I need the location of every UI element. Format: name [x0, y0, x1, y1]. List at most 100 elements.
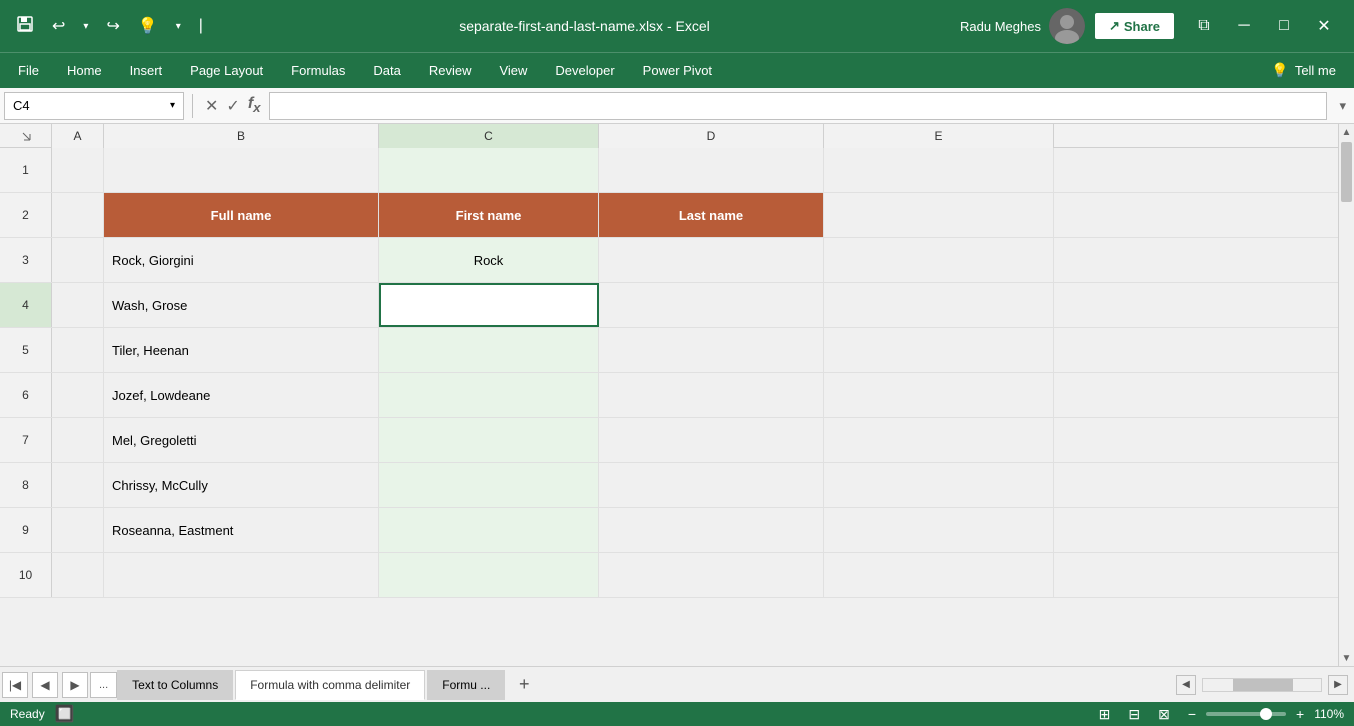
cell-e7[interactable] [824, 418, 1054, 462]
formula-input[interactable] [269, 92, 1328, 120]
col-header-b[interactable]: B [104, 124, 379, 148]
formula-expand-icon[interactable]: ▾ [1331, 98, 1354, 114]
cell-a4[interactable] [52, 283, 104, 327]
row-header-1[interactable]: 1 [0, 148, 52, 192]
cell-b7[interactable]: Mel, Gregoletti [104, 418, 379, 462]
cell-b10[interactable] [104, 553, 379, 597]
cell-d5[interactable] [599, 328, 824, 372]
cell-a5[interactable] [52, 328, 104, 372]
cell-c6[interactable] [379, 373, 599, 417]
zoom-slider[interactable] [1206, 712, 1286, 716]
cell-d2-lastname[interactable]: Last name [599, 193, 824, 237]
row-header-9[interactable]: 9 [0, 508, 52, 552]
maximize-button[interactable]: □ [1264, 6, 1304, 46]
cell-e10[interactable] [824, 553, 1054, 597]
row-header-7[interactable]: 7 [0, 418, 52, 462]
menu-formulas[interactable]: Formulas [277, 59, 359, 82]
col-header-d[interactable]: D [599, 124, 824, 148]
cell-c5[interactable] [379, 328, 599, 372]
cell-c10[interactable] [379, 553, 599, 597]
page-break-view-button[interactable]: ⊠ [1154, 706, 1174, 723]
cell-a2[interactable] [52, 193, 104, 237]
cancel-formula-button[interactable]: ✕ [205, 96, 218, 116]
row-header-4[interactable]: 4 [0, 283, 52, 327]
close-button[interactable]: ✕ [1304, 6, 1344, 46]
zoom-thumb[interactable] [1260, 708, 1272, 720]
vertical-scrollbar[interactable]: ▲ ▼ [1338, 124, 1354, 666]
row-header-8[interactable]: 8 [0, 463, 52, 507]
cell-a8[interactable] [52, 463, 104, 507]
cell-c7[interactable] [379, 418, 599, 462]
cell-e8[interactable] [824, 463, 1054, 507]
cell-d10[interactable] [599, 553, 824, 597]
tab-next-button[interactable]: ▶ [62, 672, 88, 698]
cell-a10[interactable] [52, 553, 104, 597]
cell-a9[interactable] [52, 508, 104, 552]
cell-e6[interactable] [824, 373, 1054, 417]
cell-d8[interactable] [599, 463, 824, 507]
confirm-formula-button[interactable]: ✓ [226, 96, 239, 116]
page-layout-view-button[interactable]: ⊟ [1124, 706, 1144, 723]
cell-e4[interactable] [824, 283, 1054, 327]
tell-me[interactable]: 💡 Tell me [1257, 58, 1350, 83]
cell-b3[interactable]: Rock, Giorgini [104, 238, 379, 282]
add-sheet-button[interactable]: + [511, 672, 537, 698]
col-header-a[interactable]: A [52, 124, 104, 148]
quick-access-dropdown[interactable]: ▾ [170, 19, 187, 34]
save-button[interactable] [10, 13, 40, 40]
cell-c3[interactable]: Rock [379, 238, 599, 282]
tab-more-button[interactable]: ... [90, 672, 117, 698]
cell-a3[interactable] [52, 238, 104, 282]
cell-d9[interactable] [599, 508, 824, 552]
cell-e3[interactable] [824, 238, 1054, 282]
cell-c1[interactable] [379, 148, 599, 192]
scroll-thumb[interactable] [1341, 142, 1352, 202]
row-header-6[interactable]: 6 [0, 373, 52, 417]
menu-home[interactable]: Home [53, 59, 116, 82]
menu-file[interactable]: File [4, 59, 53, 82]
cell-a1[interactable] [52, 148, 104, 192]
tab-formula-comma[interactable]: Formula with comma delimiter [235, 670, 425, 700]
cell-e1[interactable] [824, 148, 1054, 192]
cell-b6[interactable]: Jozef, Lowdeane [104, 373, 379, 417]
menu-review[interactable]: Review [415, 59, 486, 82]
col-header-e[interactable]: E [824, 124, 1054, 148]
cell-d4[interactable] [599, 283, 824, 327]
cell-c2-firstname[interactable]: First name [379, 193, 599, 237]
minimize-button[interactable]: ─ [1224, 6, 1264, 46]
name-box[interactable]: C4 ▾ [4, 92, 184, 120]
zoom-out-button[interactable]: − [1184, 706, 1200, 722]
restore-button[interactable]: ⧉ [1184, 6, 1224, 46]
cell-e9[interactable] [824, 508, 1054, 552]
cell-b2-fullname[interactable]: Full name [104, 193, 379, 237]
cell-e2[interactable] [824, 193, 1054, 237]
menu-page-layout[interactable]: Page Layout [176, 59, 277, 82]
redo-button[interactable]: ↪ [100, 14, 125, 38]
col-header-c[interactable]: C [379, 124, 599, 148]
tab-text-to-columns[interactable]: Text to Columns [117, 670, 233, 700]
cell-e5[interactable] [824, 328, 1054, 372]
undo-button[interactable]: ↩ [46, 14, 71, 38]
row-header-3[interactable]: 3 [0, 238, 52, 282]
undo-dropdown[interactable]: ▾ [77, 19, 94, 34]
h-scroll-right-button[interactable]: ▶ [1328, 675, 1348, 695]
scroll-down-button[interactable]: ▼ [1339, 650, 1354, 666]
cell-b1[interactable] [104, 148, 379, 192]
row-header-2[interactable]: 2 [0, 193, 52, 237]
horizontal-scrollbar[interactable] [1202, 678, 1322, 692]
cell-d1[interactable] [599, 148, 824, 192]
cell-b4[interactable]: Wash, Grose [104, 283, 379, 327]
tab-prev-button[interactable]: ◀ [32, 672, 58, 698]
row-header-10[interactable]: 10 [0, 553, 52, 597]
share-button[interactable]: ↗ Share [1095, 13, 1174, 39]
menu-insert[interactable]: Insert [116, 59, 177, 82]
normal-view-button[interactable]: ⊞ [1095, 706, 1115, 723]
scroll-up-button[interactable]: ▲ [1339, 124, 1354, 140]
cell-d7[interactable] [599, 418, 824, 462]
auto-save-button[interactable]: 💡 [132, 14, 164, 38]
h-scroll-left-button[interactable]: ◀ [1176, 675, 1196, 695]
cell-b8[interactable]: Chrissy, McCully [104, 463, 379, 507]
cell-c4[interactable] [379, 283, 599, 327]
row-header-5[interactable]: 5 [0, 328, 52, 372]
cell-c9[interactable] [379, 508, 599, 552]
